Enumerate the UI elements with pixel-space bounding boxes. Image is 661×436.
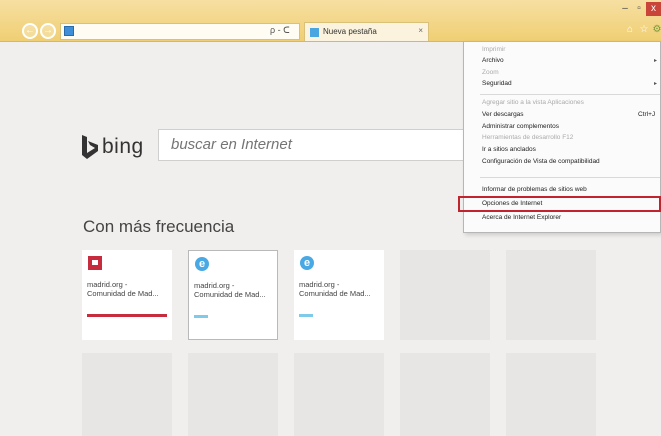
menu-item-zoom[interactable]: Zoom	[482, 69, 499, 76]
search-box[interactable]	[158, 129, 468, 161]
tile-empty	[188, 353, 278, 436]
title-bar: ← → ρ - ᑕ Nueva pestaña × – ▫ x ⌂ ☆ ⚙	[0, 0, 661, 42]
tab-icon	[310, 28, 319, 37]
menu-divider	[480, 94, 660, 95]
ie-icon	[64, 26, 74, 36]
tile-empty	[400, 250, 490, 340]
menu-item-security[interactable]: Seguridad	[482, 80, 512, 87]
bing-logo-icon	[82, 135, 98, 159]
tile-empty	[506, 250, 596, 340]
section-title: Con más frecuencia	[83, 217, 235, 236]
minimize-button[interactable]: –	[618, 2, 632, 16]
bing-wordmark: bing	[102, 135, 144, 158]
menu-item-file[interactable]: Archivo	[482, 57, 504, 64]
menu-item-report[interactable]: Informar de problemas de sitios web	[482, 186, 587, 193]
tile-empty	[400, 353, 490, 436]
tile-empty	[294, 353, 384, 436]
tab-new[interactable]: Nueva pestaña ×	[304, 22, 429, 41]
favorites-icon[interactable]: ☆	[638, 24, 650, 36]
tile-bar	[299, 314, 313, 317]
menu-item-compat[interactable]: Configuración de Vista de compatibilidad	[482, 158, 600, 165]
address-bar[interactable]	[60, 23, 300, 40]
tab-label: Nueva pestaña	[323, 27, 377, 36]
tile-bar	[194, 315, 208, 318]
search-refresh-icons[interactable]: ρ - ᑕ	[270, 25, 290, 36]
search-input[interactable]	[171, 136, 461, 153]
menu-item-downloads[interactable]: Ver descargas	[482, 111, 524, 118]
tile-text: madrid.org - Comunidad de Mad...	[194, 281, 266, 299]
menu-item-devtools[interactable]: Herramientas de desarrollo F12	[482, 134, 573, 141]
menu-shortcut: Ctrl+J	[638, 111, 656, 118]
ie-icon: e	[300, 256, 314, 270]
tools-icon[interactable]: ⚙	[651, 24, 661, 36]
close-button[interactable]: x	[646, 2, 661, 16]
submenu-arrow-icon: ▸	[654, 58, 658, 64]
submenu-arrow-icon: ▸	[654, 81, 658, 87]
tab-close-icon[interactable]: ×	[418, 26, 423, 35]
tile-frequent[interactable]: e madrid.org - Comunidad de Mad...	[188, 250, 278, 340]
tile-text: madrid.org - Comunidad de Mad...	[299, 280, 371, 298]
menu-item-pinned[interactable]: Ir a sitios anclados	[482, 146, 536, 153]
back-icon[interactable]: ←	[22, 23, 38, 39]
menu-item-print[interactable]: Imprimir	[482, 46, 505, 53]
tile-bar	[87, 314, 167, 317]
highlight-box	[458, 196, 661, 212]
menu-item-about[interactable]: Acerca de Internet Explorer	[482, 214, 561, 221]
tile-frequent[interactable]: e madrid.org - Comunidad de Mad...	[294, 250, 384, 340]
tile-frequent[interactable]: madrid.org - Comunidad de Mad...	[82, 250, 172, 340]
tile-empty	[506, 353, 596, 436]
menu-divider	[480, 177, 660, 178]
tile-text: madrid.org - Comunidad de Mad...	[87, 280, 159, 298]
menu-item-addons[interactable]: Administrar complementos	[482, 123, 559, 130]
madrid-icon	[88, 256, 102, 270]
forward-icon[interactable]: →	[40, 23, 56, 39]
home-icon[interactable]: ⌂	[624, 24, 636, 36]
maximize-button[interactable]: ▫	[632, 2, 646, 16]
tile-empty	[82, 353, 172, 436]
menu-item-add-site[interactable]: Agregar sitio a la vista Aplicaciones	[482, 99, 584, 106]
ie-icon: e	[195, 257, 209, 271]
